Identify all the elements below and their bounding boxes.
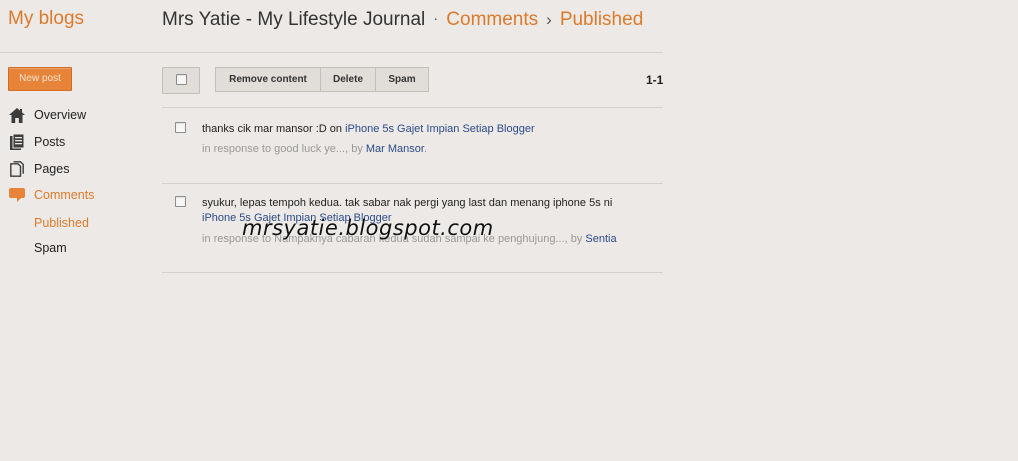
comment-meta-suffix: .	[423, 143, 428, 155]
row-divider	[162, 183, 663, 184]
comment-text: thanks cik mar mansor :D on iPhone 5s Ga…	[202, 123, 663, 135]
sidebar-item-label: Posts	[34, 135, 66, 149]
breadcrumb-separator: ·	[433, 10, 439, 27]
sidebar-item-overview[interactable]: Overview	[8, 104, 86, 126]
new-post-button[interactable]: New post	[8, 67, 72, 91]
checkbox[interactable]	[176, 74, 187, 85]
house-icon	[8, 107, 25, 124]
comment-response: in response to good luck ye..., by	[202, 143, 366, 155]
pagination-count: 1-1	[646, 73, 664, 87]
comment-meta: in response to good luck ye..., by Mar M…	[202, 143, 663, 155]
watermark: mrsyatie.blogspot.com	[242, 216, 494, 240]
sidebar-subitem-spam[interactable]: Spam	[34, 241, 67, 255]
pages-icon	[8, 161, 25, 178]
breadcrumb-published[interactable]: Published	[560, 9, 643, 30]
comment-bubble-icon	[8, 187, 25, 204]
breadcrumb-comments[interactable]: Comments	[446, 9, 538, 30]
header-divider	[0, 52, 663, 53]
action-button-group: Remove content Delete Spam	[215, 67, 429, 92]
sidebar-item-pages[interactable]: Pages	[8, 158, 69, 180]
comment-checkbox[interactable]	[175, 122, 186, 133]
select-all-checkbox[interactable]	[162, 67, 200, 94]
comment-checkbox[interactable]	[175, 196, 186, 207]
row-divider	[162, 272, 663, 273]
comment-post-link[interactable]: iPhone 5s Gajet Impian Setiap Blogger	[345, 123, 535, 135]
sidebar-item-label: Overview	[34, 108, 87, 122]
sidebar-item-comments[interactable]: Comments	[8, 184, 94, 206]
spam-button[interactable]: Spam	[376, 67, 429, 92]
comment-body: thanks cik mar mansor :D on	[202, 123, 346, 135]
comment-author-link[interactable]: Mar Mansor	[366, 143, 424, 155]
blog-title[interactable]: Mrs Yatie - My Lifestyle Journal	[162, 9, 425, 30]
posts-icon	[8, 134, 25, 151]
delete-button[interactable]: Delete	[321, 67, 376, 92]
my-blogs-link[interactable]: My blogs	[8, 8, 84, 30]
sidebar-item-label: Pages	[34, 162, 70, 176]
sidebar-item-label: Comments	[34, 188, 95, 202]
breadcrumb: Mrs Yatie - My Lifestyle Journal · Comment…	[162, 9, 643, 31]
sidebar-item-posts[interactable]: Posts	[8, 131, 65, 153]
remove-content-button[interactable]: Remove content	[215, 67, 321, 92]
comment-text: syukur, lepas tempoh kedua. tak sabar na…	[202, 197, 613, 209]
toolbar-divider	[162, 107, 663, 108]
sidebar-subitem-published[interactable]: Published	[34, 216, 89, 230]
comment-author-link[interactable]: Sentia	[585, 233, 616, 245]
breadcrumb-chevron: ›	[546, 10, 552, 29]
